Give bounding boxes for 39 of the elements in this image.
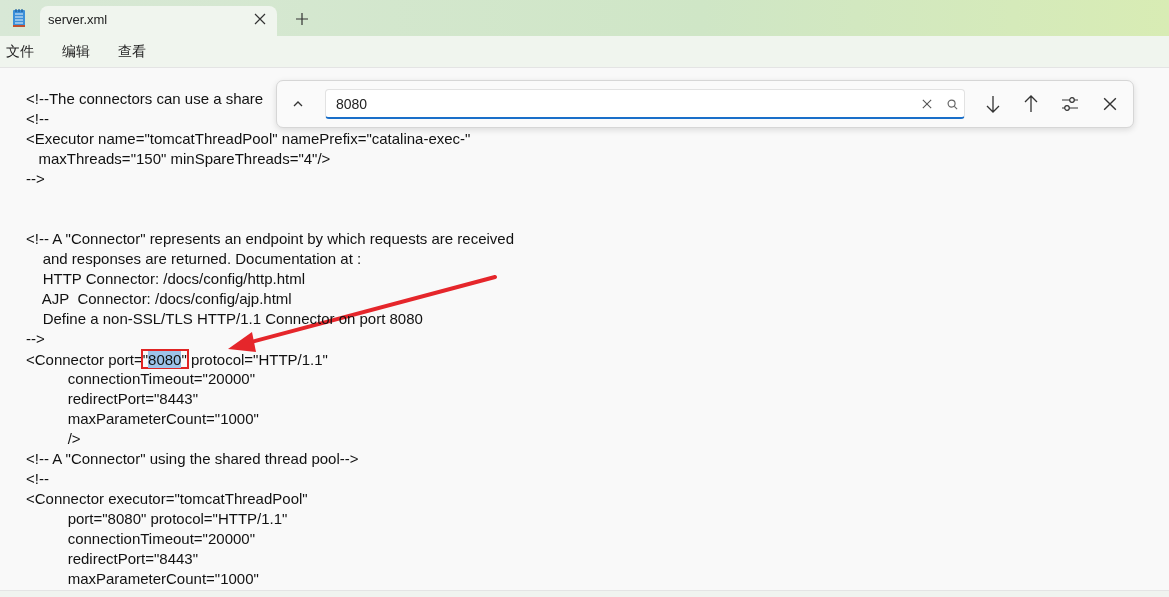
- code-line: -->: [26, 169, 45, 189]
- code-line: redirectPort="8443": [66, 389, 198, 409]
- menu-item[interactable]: 编辑: [62, 42, 90, 61]
- code-line: port="8080" protocol="HTTP/1.1": [66, 509, 288, 529]
- search-field[interactable]: 8080: [325, 89, 965, 119]
- menu-item[interactable]: 查看: [118, 42, 146, 61]
- close-icon[interactable]: [1103, 97, 1117, 111]
- close-icon[interactable]: [253, 12, 267, 26]
- code-line: <Connector executor="tomcatThreadPool": [26, 489, 308, 509]
- code-line: <!--The connectors can use a share: [26, 89, 264, 109]
- code-line: maxParameterCount="1000": [66, 569, 259, 589]
- file-tab[interactable]: server.xml: [40, 6, 277, 36]
- code-line: <Executor name="tomcatThreadPool" namePrefix="catalina-exec-": [26, 129, 471, 149]
- code-text: protocol="HTTP/1.1": [189, 351, 328, 368]
- add-tab-icon[interactable]: [295, 12, 309, 26]
- code-line: AJP Connector: /docs/config/ajp.html: [40, 289, 292, 309]
- code-line: />: [66, 429, 81, 449]
- code-line: HTTP Connector: /docs/config/http.html: [41, 269, 305, 289]
- search-match: 8080: [148, 351, 182, 368]
- quote-mark: ": [181, 351, 187, 368]
- code-line: connectionTimeout="20000": [66, 529, 255, 549]
- code-line: connectionTimeout="20000": [66, 369, 255, 389]
- code-line: -->: [26, 329, 45, 349]
- code-line: <!--: [26, 109, 49, 129]
- quote-mark: ": [142, 351, 149, 368]
- search-icon[interactable]: [947, 99, 958, 110]
- clear-icon[interactable]: [922, 99, 932, 109]
- code-line: <!-- A "Connector" using the shared thread pool-->: [26, 449, 359, 469]
- menu-item[interactable]: 文件: [6, 42, 34, 61]
- code-line: <!-- A "Connector" represents an endpoint by which requests are received: [26, 229, 514, 249]
- code-line: maxThreads="150" minSpareThreads="4"/>: [37, 149, 331, 169]
- code-line: redirectPort="8443": [66, 549, 198, 569]
- arrow-up-icon[interactable]: [1023, 95, 1039, 113]
- code-line: maxParameterCount="1000": [66, 409, 259, 429]
- arrow-down-icon[interactable]: [985, 95, 1001, 113]
- settings-icon[interactable]: [1061, 96, 1079, 112]
- notepad-icon: [10, 8, 28, 28]
- code-line: and responses are returned. Documentation at :: [41, 249, 362, 269]
- code-line: <!--: [26, 469, 49, 489]
